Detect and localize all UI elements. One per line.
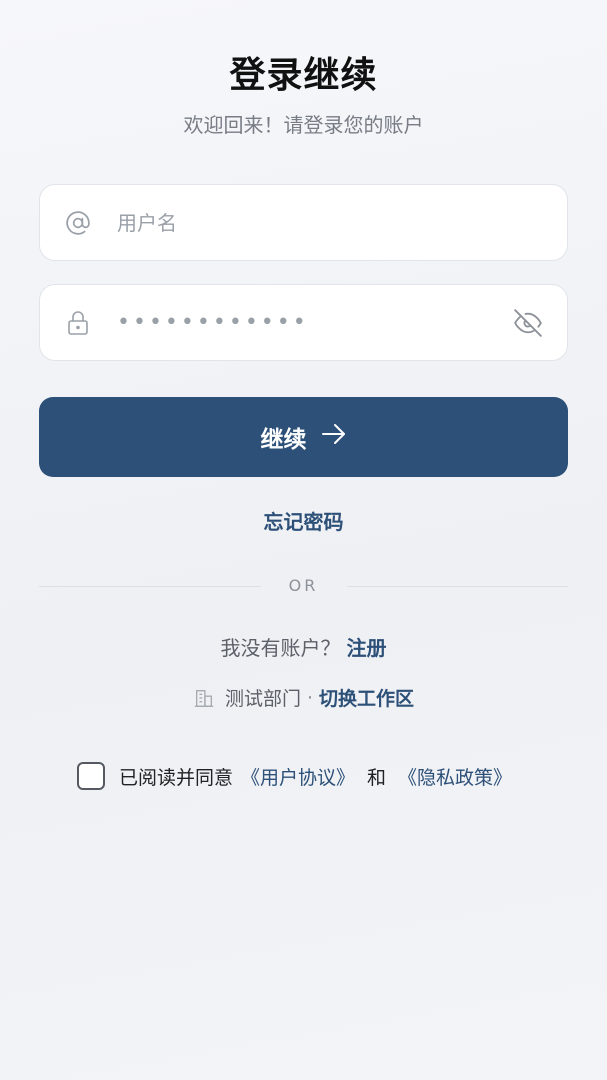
arrow-right-icon <box>321 422 347 452</box>
divider-right <box>347 586 568 587</box>
workspace-row: 测试部门 · 切换工作区 <box>0 684 607 711</box>
eye-off-icon[interactable] <box>511 307 545 339</box>
username-field[interactable] <box>39 184 568 261</box>
agreement-row: 已阅读并同意 《用户协议》 和 《隐私政策》 <box>77 761 512 791</box>
agreement-prefix: 已阅读并同意 <box>119 766 234 789</box>
password-field[interactable]: •••••••••••• <box>39 284 568 361</box>
workspace-separator: · <box>306 686 314 709</box>
forgot-password-link[interactable]: 忘记密码 <box>0 506 607 535</box>
page-title: 登录继续 <box>229 55 378 96</box>
agreement-conjunction: 和 <box>367 766 387 789</box>
building-icon <box>193 687 215 709</box>
user-agreement-link[interactable]: 《用户协议》 <box>241 763 355 790</box>
privacy-policy-link[interactable]: 《隐私政策》 <box>398 763 512 790</box>
signup-link[interactable]: 注册 <box>347 636 387 660</box>
lock-icon <box>64 309 92 337</box>
agreement-checkbox[interactable] <box>77 762 105 790</box>
signup-prompt: 我没有账户？ <box>220 636 341 660</box>
signup-row: 我没有账户？ 注册 <box>0 632 607 661</box>
continue-label: 继续 <box>260 427 307 453</box>
password-input[interactable]: •••••••••••• <box>117 311 309 335</box>
at-icon <box>64 209 92 237</box>
switch-workspace-link[interactable]: 切换工作区 <box>319 684 414 711</box>
page-subtitle: 欢迎回来！请登录您的账户 <box>183 113 424 137</box>
username-input[interactable] <box>117 203 517 243</box>
workspace-name: 测试部门 <box>224 688 301 710</box>
continue-button[interactable]: 继续 <box>39 397 568 477</box>
